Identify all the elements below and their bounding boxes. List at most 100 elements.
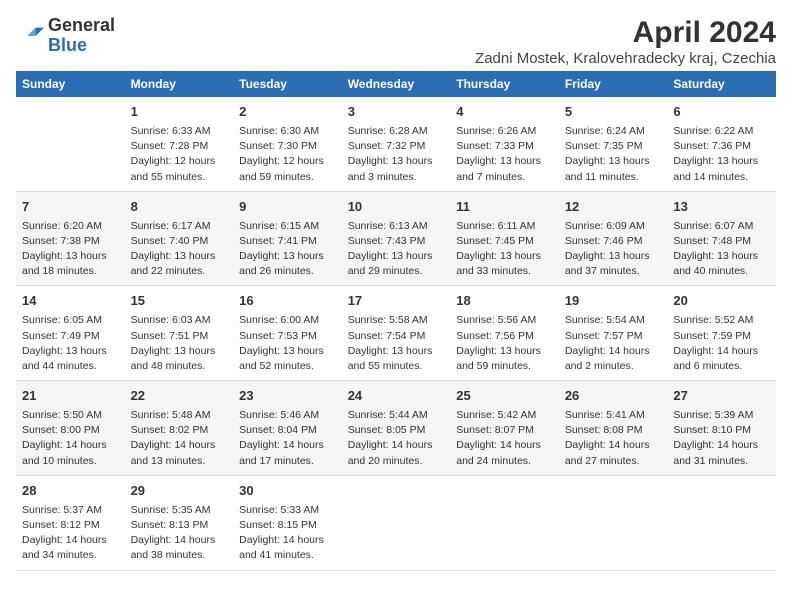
week-row-1: 1Sunrise: 6:33 AMSunset: 7:28 PMDaylight… bbox=[16, 97, 776, 191]
day-cell: 2Sunrise: 6:30 AMSunset: 7:30 PMDaylight… bbox=[233, 97, 342, 191]
day-info: and 37 minutes. bbox=[565, 264, 662, 279]
day-info: Sunrise: 5:50 AM bbox=[22, 408, 119, 423]
day-cell bbox=[450, 475, 559, 570]
day-cell: 30Sunrise: 5:33 AMSunset: 8:15 PMDayligh… bbox=[233, 475, 342, 570]
day-info: Sunrise: 5:54 AM bbox=[565, 313, 662, 328]
day-info: Sunrise: 6:22 AM bbox=[673, 124, 770, 139]
day-info: Sunrise: 5:58 AM bbox=[348, 313, 445, 328]
day-info: Sunset: 7:28 PM bbox=[131, 139, 228, 154]
day-cell bbox=[16, 97, 125, 191]
day-info: Daylight: 13 hours bbox=[348, 154, 445, 169]
day-info: Sunset: 7:48 PM bbox=[673, 234, 770, 249]
day-info: Daylight: 14 hours bbox=[22, 438, 119, 453]
day-info: and 18 minutes. bbox=[22, 264, 119, 279]
logo-general-text: General bbox=[48, 15, 115, 35]
day-info: Daylight: 13 hours bbox=[456, 249, 553, 264]
page-subtitle: Zadni Mostek, Kralovehradecky kraj, Czec… bbox=[475, 50, 776, 67]
day-number: 30 bbox=[239, 482, 336, 501]
day-cell: 24Sunrise: 5:44 AMSunset: 8:05 PMDayligh… bbox=[342, 381, 451, 476]
day-info: and 24 minutes. bbox=[456, 454, 553, 469]
header-cell-thursday: Thursday bbox=[450, 71, 559, 97]
day-info: Sunset: 7:40 PM bbox=[131, 234, 228, 249]
day-info: and 14 minutes. bbox=[673, 170, 770, 185]
day-number: 24 bbox=[348, 387, 445, 406]
day-info: Sunset: 8:13 PM bbox=[131, 518, 228, 533]
header-cell-wednesday: Wednesday bbox=[342, 71, 451, 97]
day-info: Daylight: 13 hours bbox=[22, 344, 119, 359]
day-info: Daylight: 14 hours bbox=[456, 438, 553, 453]
day-number: 5 bbox=[565, 103, 662, 122]
day-info: and 29 minutes. bbox=[348, 264, 445, 279]
day-info: and 31 minutes. bbox=[673, 454, 770, 469]
header-cell-sunday: Sunday bbox=[16, 71, 125, 97]
day-number: 19 bbox=[565, 292, 662, 311]
day-number: 15 bbox=[131, 292, 228, 311]
day-info: Sunset: 8:04 PM bbox=[239, 423, 336, 438]
day-cell: 29Sunrise: 5:35 AMSunset: 8:13 PMDayligh… bbox=[125, 475, 234, 570]
day-cell: 8Sunrise: 6:17 AMSunset: 7:40 PMDaylight… bbox=[125, 191, 234, 286]
day-number: 21 bbox=[22, 387, 119, 406]
day-info: and 40 minutes. bbox=[673, 264, 770, 279]
day-cell: 16Sunrise: 6:00 AMSunset: 7:53 PMDayligh… bbox=[233, 286, 342, 381]
day-cell: 21Sunrise: 5:50 AMSunset: 8:00 PMDayligh… bbox=[16, 381, 125, 476]
day-info: Sunset: 7:53 PM bbox=[239, 329, 336, 344]
day-cell bbox=[342, 475, 451, 570]
day-info: Sunrise: 5:33 AM bbox=[239, 503, 336, 518]
page-title: April 2024 bbox=[475, 16, 776, 50]
day-info: Daylight: 13 hours bbox=[348, 344, 445, 359]
day-info: and 33 minutes. bbox=[456, 264, 553, 279]
day-number: 11 bbox=[456, 198, 553, 217]
day-info: and 59 minutes. bbox=[456, 359, 553, 374]
logo-text: General Blue bbox=[48, 16, 115, 56]
day-info: and 44 minutes. bbox=[22, 359, 119, 374]
day-number: 13 bbox=[673, 198, 770, 217]
day-info: Sunrise: 6:26 AM bbox=[456, 124, 553, 139]
day-number: 4 bbox=[456, 103, 553, 122]
header-cell-monday: Monday bbox=[125, 71, 234, 97]
day-number: 12 bbox=[565, 198, 662, 217]
day-info: Sunrise: 5:56 AM bbox=[456, 313, 553, 328]
day-info: Sunrise: 5:48 AM bbox=[131, 408, 228, 423]
day-number: 25 bbox=[456, 387, 553, 406]
day-cell: 17Sunrise: 5:58 AMSunset: 7:54 PMDayligh… bbox=[342, 286, 451, 381]
day-cell: 14Sunrise: 6:05 AMSunset: 7:49 PMDayligh… bbox=[16, 286, 125, 381]
day-number: 23 bbox=[239, 387, 336, 406]
header-cell-tuesday: Tuesday bbox=[233, 71, 342, 97]
day-info: Daylight: 14 hours bbox=[565, 438, 662, 453]
week-row-4: 21Sunrise: 5:50 AMSunset: 8:00 PMDayligh… bbox=[16, 381, 776, 476]
day-info: Sunset: 8:15 PM bbox=[239, 518, 336, 533]
day-number: 20 bbox=[673, 292, 770, 311]
day-cell: 6Sunrise: 6:22 AMSunset: 7:36 PMDaylight… bbox=[667, 97, 776, 191]
day-cell: 26Sunrise: 5:41 AMSunset: 8:08 PMDayligh… bbox=[559, 381, 668, 476]
day-number: 2 bbox=[239, 103, 336, 122]
day-info: Sunset: 7:33 PM bbox=[456, 139, 553, 154]
day-number: 26 bbox=[565, 387, 662, 406]
week-row-5: 28Sunrise: 5:37 AMSunset: 8:12 PMDayligh… bbox=[16, 475, 776, 570]
day-info: Sunrise: 6:33 AM bbox=[131, 124, 228, 139]
day-cell: 12Sunrise: 6:09 AMSunset: 7:46 PMDayligh… bbox=[559, 191, 668, 286]
day-number: 17 bbox=[348, 292, 445, 311]
day-cell bbox=[667, 475, 776, 570]
day-info: Sunrise: 6:11 AM bbox=[456, 219, 553, 234]
day-info: and 52 minutes. bbox=[239, 359, 336, 374]
day-cell: 15Sunrise: 6:03 AMSunset: 7:51 PMDayligh… bbox=[125, 286, 234, 381]
day-info: Daylight: 13 hours bbox=[239, 249, 336, 264]
day-info: Daylight: 13 hours bbox=[565, 249, 662, 264]
day-cell: 22Sunrise: 5:48 AMSunset: 8:02 PMDayligh… bbox=[125, 381, 234, 476]
day-info: Sunset: 7:57 PM bbox=[565, 329, 662, 344]
day-info: and 22 minutes. bbox=[131, 264, 228, 279]
day-info: Daylight: 14 hours bbox=[565, 344, 662, 359]
day-info: Sunrise: 6:00 AM bbox=[239, 313, 336, 328]
day-info: Sunset: 7:45 PM bbox=[456, 234, 553, 249]
day-number: 6 bbox=[673, 103, 770, 122]
day-info: and 3 minutes. bbox=[348, 170, 445, 185]
day-info: and 55 minutes. bbox=[348, 359, 445, 374]
day-info: and 34 minutes. bbox=[22, 548, 119, 563]
day-info: and 55 minutes. bbox=[131, 170, 228, 185]
day-info: and 11 minutes. bbox=[565, 170, 662, 185]
day-info: Sunset: 7:51 PM bbox=[131, 329, 228, 344]
logo: General Blue bbox=[16, 16, 115, 56]
day-info: Sunrise: 6:05 AM bbox=[22, 313, 119, 328]
day-info: Daylight: 14 hours bbox=[673, 438, 770, 453]
day-info: Daylight: 13 hours bbox=[348, 249, 445, 264]
